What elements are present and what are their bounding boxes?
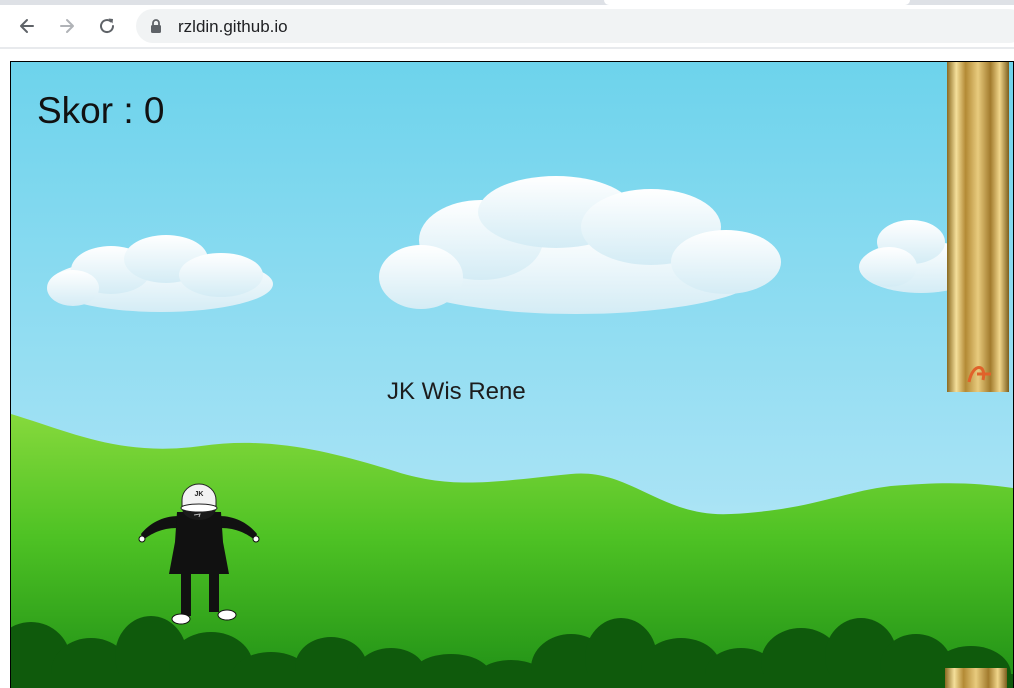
player-cap-text: JK bbox=[195, 491, 204, 498]
browser-toolbar: rzldin.github.io bbox=[0, 5, 1014, 47]
reload-icon bbox=[100, 18, 115, 34]
arrow-right-icon bbox=[60, 19, 74, 33]
forward-button[interactable] bbox=[53, 12, 81, 40]
pipe-bottom bbox=[945, 668, 1007, 688]
center-caption: JK Wis Rene bbox=[387, 378, 526, 405]
toolbar-divider bbox=[0, 47, 1014, 49]
game-canvas[interactable]: JK Skor : 0 JK Wis Rene bbox=[10, 61, 1014, 688]
reload-button[interactable] bbox=[93, 12, 121, 40]
player-character: JK bbox=[138, 483, 260, 625]
back-button[interactable] bbox=[13, 12, 41, 40]
arrow-left-icon bbox=[20, 19, 34, 33]
url-text[interactable]: rzldin.github.io bbox=[178, 17, 288, 37]
score-label: Skor : 0 bbox=[37, 90, 165, 131]
address-bar[interactable]: rzldin.github.io bbox=[136, 9, 1014, 43]
lock-icon bbox=[151, 19, 161, 33]
pipe-top bbox=[947, 62, 1009, 392]
